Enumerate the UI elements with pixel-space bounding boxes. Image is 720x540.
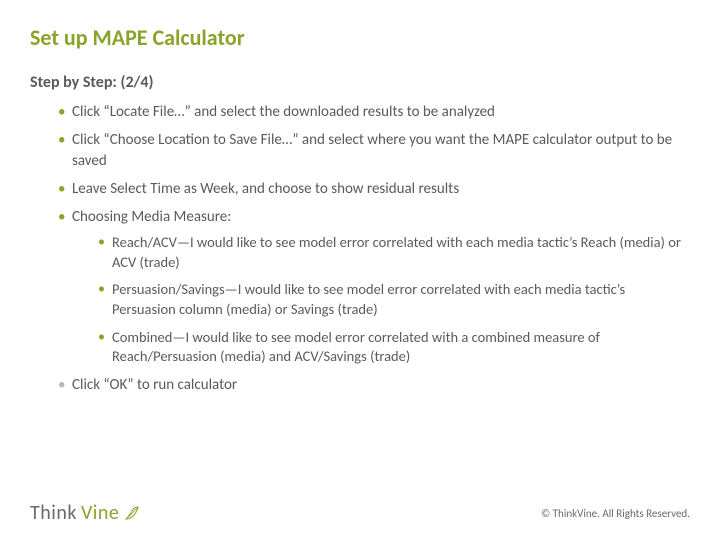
- bullet-text: Click “Locate File…” and select the down…: [72, 103, 495, 121]
- list-item: Reach/ACV—I would like to see model erro…: [98, 233, 690, 272]
- logo-text-think: Think: [30, 501, 77, 525]
- bullet-text: Choosing Media Measure:: [72, 208, 231, 226]
- copyright-text: © ThinkVine. All Rights Reserved.: [541, 507, 690, 520]
- list-item: Click “Locate File…” and select the down…: [58, 102, 690, 122]
- bullet-text: Persuasion/Savings—I would like to see m…: [112, 280, 625, 318]
- list-item: Persuasion/Savings—I would like to see m…: [98, 280, 690, 319]
- step-subtitle: Step by Step: (2/4): [30, 73, 690, 92]
- leaf-icon: [124, 505, 142, 526]
- list-item: Click “Choose Location to Save File…” an…: [58, 130, 690, 171]
- sub-bullet-list: Reach/ACV—I would like to see model erro…: [72, 233, 690, 366]
- bullet-text: Click “OK” to run calculator: [72, 376, 237, 394]
- footer: ThinkVine © ThinkVine. All Rights Reserv…: [0, 496, 720, 530]
- logo-text-vine: Vine: [81, 501, 119, 525]
- page-title: Set up MAPE Calculator: [30, 24, 690, 51]
- bullet-list: Click “Locate File…” and select the down…: [30, 102, 690, 395]
- list-item: Combined—I would like to see model error…: [98, 328, 690, 367]
- list-item: Leave Select Time as Week, and choose to…: [58, 179, 690, 199]
- list-item: Click “OK” to run calculator: [58, 375, 690, 395]
- slide: Set up MAPE Calculator Step by Step: (2/…: [0, 0, 720, 540]
- logo: ThinkVine: [30, 501, 142, 525]
- list-item: Choosing Media Measure: Reach/ACV—I woul…: [58, 207, 690, 367]
- bullet-text: Reach/ACV—I would like to see model erro…: [112, 233, 681, 271]
- bullet-text: Combined—I would like to see model error…: [112, 328, 600, 366]
- bullet-text: Click “Choose Location to Save File…” an…: [72, 131, 672, 169]
- bullet-text: Leave Select Time as Week, and choose to…: [72, 180, 459, 198]
